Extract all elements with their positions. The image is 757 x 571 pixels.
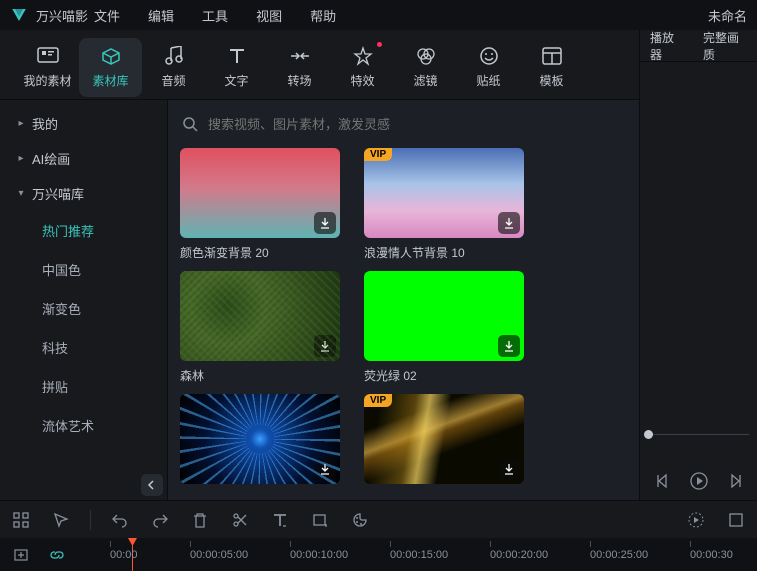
menu-bar: 文件 编辑 工具 视图 帮助	[94, 6, 336, 25]
play-button[interactable]	[688, 470, 710, 492]
tab-titles[interactable]: 文字	[205, 38, 268, 97]
download-icon	[503, 463, 515, 475]
media-title: 颜色渐变背景 20	[180, 244, 340, 261]
tool-render[interactable]	[685, 509, 707, 531]
tab-my-media[interactable]: 我的素材	[16, 38, 79, 97]
media-title: 浪漫情人节背景 10	[364, 244, 524, 261]
tab-stock-media[interactable]: 素材库	[79, 38, 142, 97]
tool-redo[interactable]	[149, 509, 171, 531]
chevron-right-icon: ▸	[16, 153, 26, 164]
vip-badge: VIP	[364, 394, 392, 407]
sidebar-child-collage[interactable]: 拼贴	[30, 367, 167, 406]
sidebar-item-ai[interactable]: ▸AI绘画	[6, 141, 161, 176]
media-title: 荧光绿 02	[364, 367, 524, 384]
tool-applications[interactable]	[10, 509, 32, 531]
tool-split[interactable]	[229, 509, 251, 531]
edit-toolbar	[0, 500, 757, 538]
document-title: 未命名	[708, 6, 747, 25]
media-title: 森林	[180, 367, 340, 384]
sidebar-child-hot[interactable]: 热门推荐	[30, 211, 167, 250]
tab-templates[interactable]: 模板	[520, 38, 583, 97]
tool-delete[interactable]	[189, 509, 211, 531]
download-button[interactable]	[498, 335, 520, 357]
tab-audio[interactable]: 音频	[142, 38, 205, 97]
collapse-sidebar-button[interactable]	[141, 474, 163, 496]
tool-text[interactable]	[269, 509, 291, 531]
titlebar: 万兴喵影 文件 编辑 工具 视图 帮助 未命名	[0, 0, 757, 30]
player-tab-quality[interactable]: 完整画质	[703, 29, 747, 63]
tool-color[interactable]	[349, 509, 371, 531]
sidebar-child-fluid[interactable]: 流体艺术	[30, 406, 167, 445]
tool-undo[interactable]	[109, 509, 131, 531]
menu-edit[interactable]: 编辑	[148, 6, 174, 25]
search-icon	[182, 116, 198, 132]
download-icon	[319, 463, 331, 475]
search-input[interactable]	[208, 117, 703, 132]
sidebar-child-china[interactable]: 中国色	[30, 250, 167, 289]
media-card[interactable]	[180, 394, 340, 484]
chevron-down-icon: ▾	[16, 188, 26, 199]
download-button[interactable]	[314, 335, 336, 357]
tab-stickers[interactable]: 贴纸	[457, 38, 520, 97]
app-logo-icon	[10, 6, 28, 24]
download-icon	[319, 217, 331, 229]
menu-help[interactable]: 帮助	[310, 6, 336, 25]
sidebar: ▸我的 ▸AI绘画 ▾万兴喵库 热门推荐 中国色 渐变色 科技 拼贴 流体艺术	[0, 100, 168, 500]
vip-badge: VIP	[364, 148, 392, 161]
notification-dot-icon	[377, 42, 382, 47]
media-card[interactable]: 森林	[180, 271, 340, 386]
slider-knob-icon[interactable]	[644, 430, 653, 439]
media-card[interactable]: VIP	[364, 394, 524, 484]
tool-crop[interactable]	[309, 509, 331, 531]
media-thumbnail[interactable]	[180, 271, 340, 361]
tool-select[interactable]	[50, 509, 72, 531]
download-icon	[503, 340, 515, 352]
chevron-right-icon: ▸	[16, 118, 26, 129]
download-button[interactable]	[314, 458, 336, 480]
prev-frame-button[interactable]	[652, 470, 674, 492]
preview-slider[interactable]	[648, 434, 749, 435]
sidebar-child-tech[interactable]: 科技	[30, 328, 167, 367]
preview-panel: 播放器 完整画质	[639, 30, 757, 500]
tool-mixer[interactable]	[725, 509, 747, 531]
download-button[interactable]	[314, 212, 336, 234]
media-thumbnail[interactable]	[180, 394, 340, 484]
menu-file[interactable]: 文件	[94, 6, 120, 25]
download-icon	[319, 340, 331, 352]
timeline-link[interactable]	[46, 544, 68, 566]
media-thumbnail[interactable]	[364, 271, 524, 361]
timeline-ruler[interactable]: 00:00 00:00:05:00 00:00:10:00 00:00:15:0…	[110, 538, 757, 571]
media-card[interactable]: VIP 浪漫情人节背景 10	[364, 148, 524, 263]
download-button[interactable]	[498, 458, 520, 480]
media-card[interactable]: 荧光绿 02	[364, 271, 524, 386]
menu-view[interactable]: 视图	[256, 6, 282, 25]
timeline-add-track[interactable]	[10, 544, 32, 566]
player-tab-player[interactable]: 播放器	[650, 29, 683, 63]
download-button[interactable]	[498, 212, 520, 234]
media-thumbnail[interactable]	[180, 148, 340, 238]
sidebar-item-my[interactable]: ▸我的	[6, 106, 161, 141]
sidebar-child-gradient[interactable]: 渐变色	[30, 289, 167, 328]
menu-tools[interactable]: 工具	[202, 6, 228, 25]
media-card[interactable]: 颜色渐变背景 20	[180, 148, 340, 263]
tab-transitions[interactable]: 转场	[268, 38, 331, 97]
app-name: 万兴喵影	[36, 6, 88, 25]
download-icon	[503, 217, 515, 229]
sidebar-item-lib[interactable]: ▾万兴喵库	[6, 176, 161, 211]
next-frame-button[interactable]	[724, 470, 746, 492]
timeline: 00:00 00:00:05:00 00:00:10:00 00:00:15:0…	[0, 538, 757, 571]
tab-effects[interactable]: 特效	[331, 38, 394, 97]
media-thumbnail[interactable]: VIP	[364, 394, 524, 484]
tab-filters[interactable]: 滤镜	[394, 38, 457, 97]
chevron-left-icon	[147, 480, 157, 490]
media-thumbnail[interactable]: VIP	[364, 148, 524, 238]
